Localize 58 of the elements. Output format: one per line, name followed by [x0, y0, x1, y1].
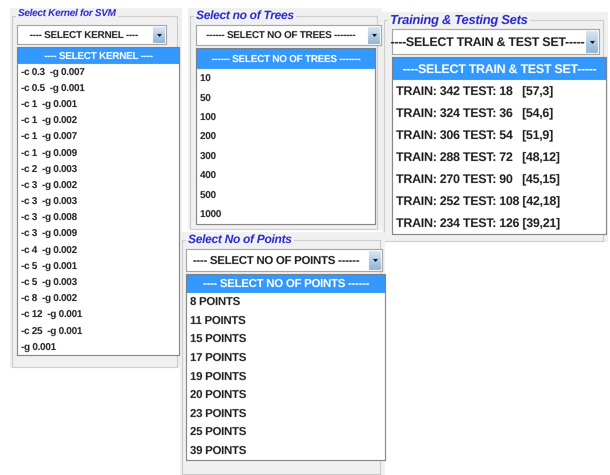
- dropdown-arrow-button[interactable]: [153, 27, 165, 43]
- dropdown-field[interactable]: ---- SELECT NO OF POINTS ------: [186, 249, 383, 272]
- dropdown-option[interactable]: -c 5 -g 0.001: [18, 258, 179, 274]
- dropdown-option[interactable]: TRAIN: 270 TEST: 90 [45,15]: [393, 168, 606, 190]
- dropdown-option[interactable]: -c 3 -g 0.002: [18, 177, 179, 194]
- group-label: Select No of Points: [186, 232, 294, 246]
- dropdown-option[interactable]: 11 POINTS: [187, 312, 385, 330]
- dropdown-option[interactable]: -c 3 -g 0.009: [18, 226, 179, 242]
- caret-icon: [590, 40, 594, 44]
- dropdown-option[interactable]: 50: [197, 88, 375, 108]
- dropdown-option[interactable]: 1000: [197, 204, 375, 224]
- dropdown-field[interactable]: ------ SELECT NO OF TREES -------: [196, 25, 382, 46]
- dropdown-option[interactable]: -c 25 -g 0.001: [18, 323, 179, 340]
- dropdown-option[interactable]: 500: [197, 185, 375, 205]
- dropdown-option[interactable]: 25 POINTS: [187, 423, 385, 442]
- caret-icon: [156, 34, 162, 36]
- dropdown-option[interactable]: TRAIN: 324 TEST: 36 [54,6]: [393, 102, 606, 124]
- dropdown-option[interactable]: 8 POINTS: [187, 293, 385, 312]
- dropdown-option[interactable]: 20 POINTS: [187, 386, 385, 405]
- dropdown-option[interactable]: 400: [197, 166, 375, 186]
- dropdown-option[interactable]: -c 0.3 -g 0.007: [18, 64, 179, 80]
- dropdown-field[interactable]: ---- SELECT KERNEL ----: [17, 25, 167, 45]
- dropdown-option[interactable]: 200: [197, 127, 375, 147]
- dropdown-option[interactable]: -g 0.001: [18, 339, 179, 356]
- caret-icon: [372, 259, 378, 262]
- dropdown-option[interactable]: -c 1 -g 0.001: [18, 96, 179, 113]
- dropdown-option[interactable]: -c 1 -g 0.009: [18, 144, 179, 162]
- dropdown-option[interactable]: TRAIN: 252 TEST: 108 [42,18]: [393, 190, 606, 212]
- dropdown-option[interactable]: -c 2 -g 0.003: [18, 161, 179, 178]
- group-label: Select Kernel for SVM: [16, 8, 118, 19]
- dropdown-option[interactable]: TRAIN: 306 TEST: 54 [51,9]: [393, 124, 606, 146]
- dropdown-option[interactable]: -c 12 -g 0.001: [18, 306, 179, 323]
- dropdown-option[interactable]: TRAIN: 288 TEST: 72 [48,12]: [393, 146, 606, 168]
- dropdown-field[interactable]: ----SELECT TRAIN & TEST SET-----: [392, 29, 600, 55]
- dropdown-option[interactable]: -c 3 -g 0.008: [18, 210, 179, 226]
- dropdown-option[interactable]: 39 POINTS: [187, 442, 385, 460]
- dropdown-option[interactable]: 10: [197, 69, 375, 88]
- dropdown-arrow-button[interactable]: [368, 27, 380, 44]
- dropdown-option[interactable]: -c 3 -g 0.003: [18, 194, 179, 210]
- dropdown-option[interactable]: TRAIN: 342 TEST: 18 [57,3]: [393, 80, 606, 102]
- dropdown-option[interactable]: 15 POINTS: [187, 330, 385, 349]
- dropdown-option[interactable]: -c 4 -g 0.002: [18, 242, 179, 258]
- dropdown-option[interactable]: TRAIN: 234 TEST: 126 [39,21]: [393, 212, 606, 234]
- dropdown-option[interactable]: 19 POINTS: [187, 367, 385, 386]
- caret-icon: [372, 34, 376, 37]
- dropdown-arrow-button[interactable]: [586, 31, 598, 53]
- dropdown-option[interactable]: 17 POINTS: [187, 348, 385, 368]
- dropdown-option[interactable]: -c 1 -g 0.002: [18, 112, 179, 129]
- group-label: Select no of Trees: [194, 8, 296, 22]
- dropdown-option[interactable]: 23 POINTS: [187, 404, 385, 424]
- dropdown-option[interactable]: 300: [197, 146, 375, 166]
- dropdown-option[interactable]: -c 1 -g 0.007: [18, 128, 179, 145]
- dropdown-option[interactable]: -c 0.5 -g 0.001: [18, 80, 179, 96]
- group-label: Training & Testing Sets: [388, 12, 530, 27]
- dropdown-arrow-button[interactable]: [369, 251, 381, 270]
- dropdown-option[interactable]: -c 5 -g 0.003: [18, 274, 179, 291]
- dropdown-option[interactable]: 100: [197, 108, 375, 128]
- dropdown-option[interactable]: -c 8 -g 0.002: [18, 290, 179, 307]
